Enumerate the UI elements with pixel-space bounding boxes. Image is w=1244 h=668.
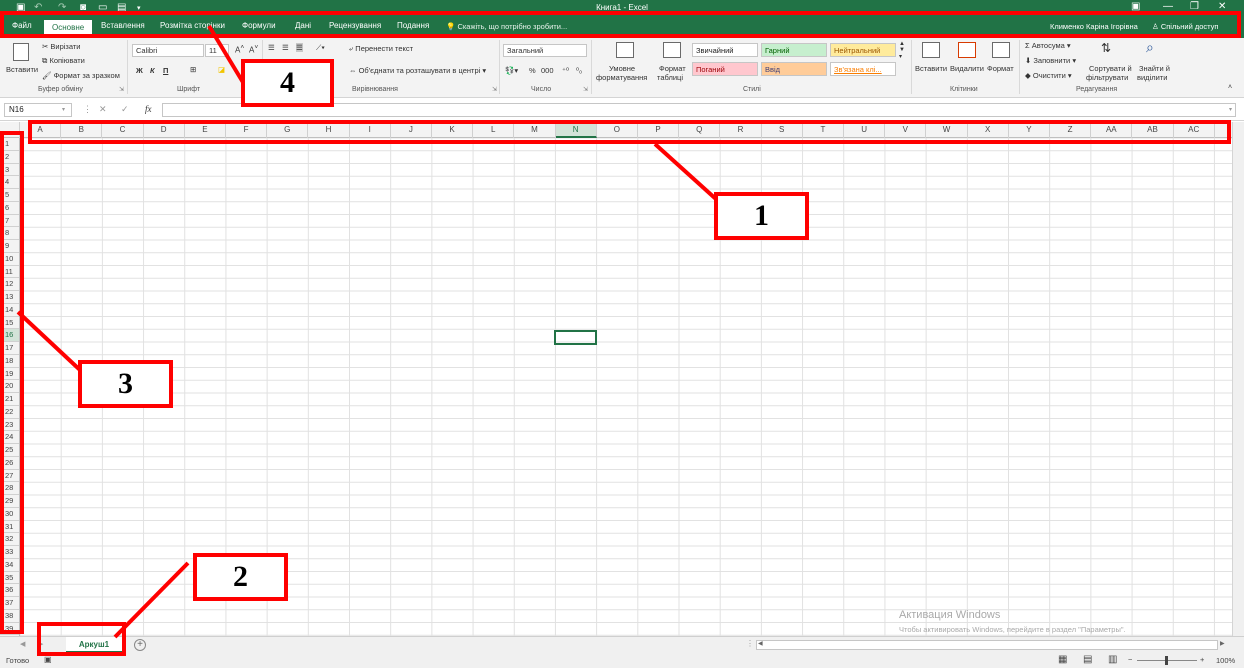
pointer-line-2 [113,561,190,639]
pointer-line-4 [207,24,246,86]
callout-2: 2 [193,553,288,601]
callout-4: 4 [241,59,334,107]
callout-3: 3 [78,360,173,408]
annotation-pointer-lines [16,24,719,639]
pointer-line-1 [653,142,719,202]
pointer-line-3 [16,310,82,372]
callout-1: 1 [714,192,809,240]
